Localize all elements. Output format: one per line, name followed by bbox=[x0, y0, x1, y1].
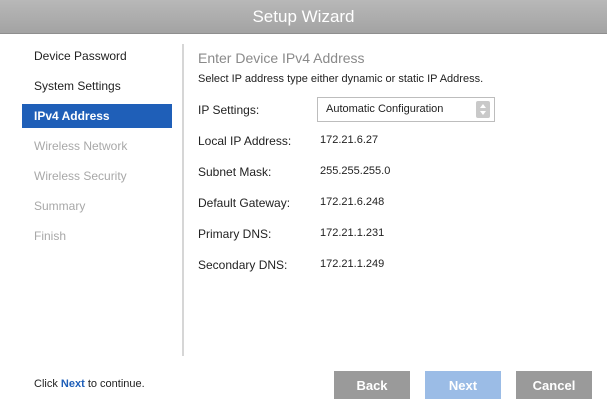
sidebar-item-wireless-network: Wireless Network bbox=[34, 139, 128, 153]
page-title: Enter Device IPv4 Address bbox=[198, 50, 365, 66]
primary-dns-label: Primary DNS: bbox=[198, 227, 272, 241]
ip-settings-label: IP Settings: bbox=[198, 103, 260, 117]
local-ip-label: Local IP Address: bbox=[198, 134, 292, 148]
sidebar-divider bbox=[182, 44, 184, 356]
secondary-dns-value: 172.21.1.249 bbox=[320, 258, 385, 270]
default-gateway-row: Default Gateway: 172.21.6.248 bbox=[198, 189, 598, 220]
arrow-up-icon bbox=[480, 104, 486, 108]
ip-settings-select[interactable]: Automatic Configuration bbox=[317, 97, 495, 122]
sidebar-item-summary: Summary bbox=[34, 199, 86, 213]
footer-hint-next: Next bbox=[60, 378, 85, 390]
subnet-mask-row: Subnet Mask: 255.255.255.0 bbox=[198, 158, 598, 189]
local-ip-row: Local IP Address: 172.21.6.27 bbox=[198, 127, 598, 158]
up-down-arrows-icon[interactable] bbox=[476, 101, 490, 118]
sidebar-item-system-settings[interactable]: System Settings bbox=[22, 74, 172, 98]
subnet-mask-label: Subnet Mask: bbox=[198, 165, 272, 179]
back-button[interactable]: Back bbox=[334, 371, 410, 399]
wizard-steps-sidebar: Device Password System Settings IPv4 Add… bbox=[22, 44, 172, 254]
secondary-dns-label: Secondary DNS: bbox=[198, 258, 288, 272]
window-title-bar: Setup Wizard bbox=[0, 0, 607, 34]
window-title: Setup Wizard bbox=[252, 7, 355, 26]
primary-dns-value: 172.21.1.231 bbox=[320, 227, 385, 239]
ipv4-settings-panel: Enter Device IPv4 Address Select IP addr… bbox=[198, 44, 598, 282]
sidebar-item-wireless-security: Wireless Security bbox=[34, 169, 127, 183]
default-gateway-label: Default Gateway: bbox=[198, 196, 291, 210]
sidebar-item-finish: Finish bbox=[34, 229, 67, 243]
cancel-button[interactable]: Cancel bbox=[516, 371, 592, 399]
ip-settings-selected-value: Automatic Configuration bbox=[326, 103, 444, 115]
arrow-down-icon bbox=[480, 111, 486, 115]
primary-dns-row: Primary DNS: 172.21.1.231 bbox=[198, 220, 598, 251]
default-gateway-value: 172.21.6.248 bbox=[320, 196, 385, 208]
sidebar-item-ipv4-address[interactable]: IPv4 Address bbox=[22, 104, 172, 128]
next-button[interactable]: Next bbox=[425, 371, 501, 399]
footer-hint-prefix: Click bbox=[34, 378, 58, 390]
sidebar-item-device-password[interactable]: Device Password bbox=[22, 44, 172, 68]
secondary-dns-row: Secondary DNS: 172.21.1.249 bbox=[198, 251, 598, 282]
page-description: Select IP address type either dynamic or… bbox=[198, 73, 484, 85]
ip-settings-row: IP Settings: Automatic Configuration bbox=[198, 96, 598, 127]
local-ip-value: 172.21.6.27 bbox=[320, 134, 379, 146]
subnet-mask-value: 255.255.255.0 bbox=[320, 165, 391, 177]
footer-hint-suffix: to continue. bbox=[87, 378, 145, 390]
footer-hint: Click Next to continue. bbox=[34, 378, 145, 390]
